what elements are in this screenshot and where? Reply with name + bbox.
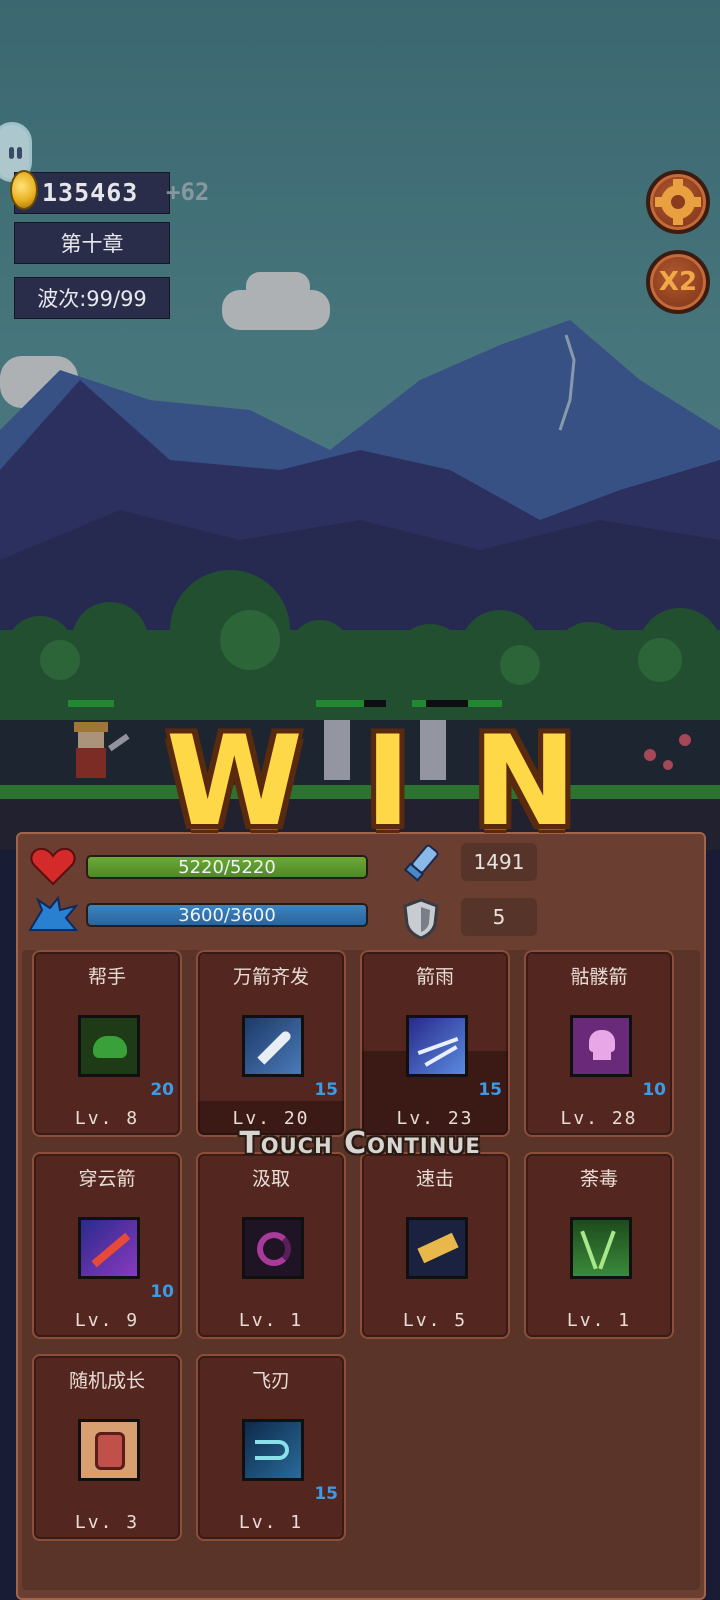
heart-icon bbox=[30, 847, 76, 886]
skill-card: 帮手 20 Lv. 8 bbox=[32, 950, 182, 1137]
flying-blade-icon bbox=[242, 1419, 304, 1481]
skill-level: Lv. 1 bbox=[566, 1310, 632, 1331]
gold-coin-icon bbox=[10, 170, 38, 210]
skill-card: 飞刃 15 Lv. 1 bbox=[196, 1354, 346, 1541]
skill-name: 汲取 bbox=[251, 1168, 290, 1190]
touch-continue-prompt[interactable]: Touch Continue bbox=[0, 1126, 720, 1161]
chapter-label: 第十章 bbox=[14, 222, 170, 264]
skill-name: 荼毒 bbox=[579, 1168, 618, 1190]
hp-bar: 5220/5220 bbox=[86, 855, 368, 879]
skill-level: Lv. 1 bbox=[238, 1512, 304, 1533]
gear-icon bbox=[655, 179, 701, 225]
skill-level: Lv. 3 bbox=[74, 1512, 140, 1533]
skill-name: 随机成长 bbox=[68, 1370, 145, 1392]
mp-bar: 3600/3600 bbox=[86, 903, 368, 927]
shield-icon bbox=[403, 898, 439, 940]
coin-value: 135463 bbox=[42, 178, 139, 207]
skill-card: 穿云箭 10 Lv. 9 bbox=[32, 1152, 182, 1339]
wave-label: 波次:99/99 bbox=[14, 277, 170, 319]
settings-button[interactable] bbox=[646, 170, 710, 234]
skill-name: 帮手 bbox=[87, 966, 126, 988]
skill-count: 10 bbox=[642, 1080, 666, 1100]
speed-x2-label: X2 bbox=[658, 267, 698, 297]
skull-arrow-icon bbox=[570, 1015, 632, 1077]
quick-strike-icon bbox=[406, 1217, 468, 1279]
speed-x2-button[interactable]: X2 bbox=[646, 250, 710, 314]
skill-card: 骷髅箭 10 Lv. 28 bbox=[524, 950, 674, 1137]
skill-count: 15 bbox=[314, 1080, 338, 1100]
defense-value: 5 bbox=[461, 898, 537, 936]
skill-name: 飞刃 bbox=[251, 1370, 290, 1392]
skill-name: 骷髅箭 bbox=[570, 966, 628, 988]
skill-name: 万箭齐发 bbox=[232, 966, 309, 988]
skill-name: 箭雨 bbox=[415, 966, 454, 988]
skill-card: 随机成长 Lv. 3 bbox=[32, 1354, 182, 1541]
green-slime-icon bbox=[78, 1015, 140, 1077]
skill-count: 10 bbox=[150, 1282, 174, 1302]
skill-count: 20 bbox=[150, 1080, 174, 1100]
skill-card: 荼毒 Lv. 1 bbox=[524, 1152, 674, 1339]
piercing-arrow-icon bbox=[78, 1217, 140, 1279]
skill-count: 15 bbox=[478, 1080, 502, 1100]
skill-level: Lv. 9 bbox=[74, 1310, 140, 1331]
poison-icon bbox=[570, 1217, 632, 1279]
fist-icon bbox=[78, 1419, 140, 1481]
skill-card: 箭雨 15 Lv. 23 bbox=[360, 950, 510, 1137]
drain-spiral-icon bbox=[242, 1217, 304, 1279]
mana-icon bbox=[28, 896, 78, 931]
skill-card: 汲取 Lv. 1 bbox=[196, 1152, 346, 1339]
skill-name: 速击 bbox=[415, 1168, 454, 1190]
skill-card: 速击 Lv. 5 bbox=[360, 1152, 510, 1339]
skill-level: Lv. 5 bbox=[402, 1310, 468, 1331]
skill-name: 穿云箭 bbox=[78, 1168, 136, 1190]
skill-level: Lv. 1 bbox=[238, 1310, 304, 1331]
win-banner: WIN bbox=[166, 720, 639, 844]
skill-card: 万箭齐发 15 Lv. 20 bbox=[196, 950, 346, 1137]
win-text: WIN bbox=[166, 710, 639, 854]
skill-count: 15 bbox=[314, 1484, 338, 1504]
arrow-volley-icon bbox=[242, 1015, 304, 1077]
arrow-rain-icon bbox=[406, 1015, 468, 1077]
coin-gain: +62 bbox=[166, 178, 210, 206]
